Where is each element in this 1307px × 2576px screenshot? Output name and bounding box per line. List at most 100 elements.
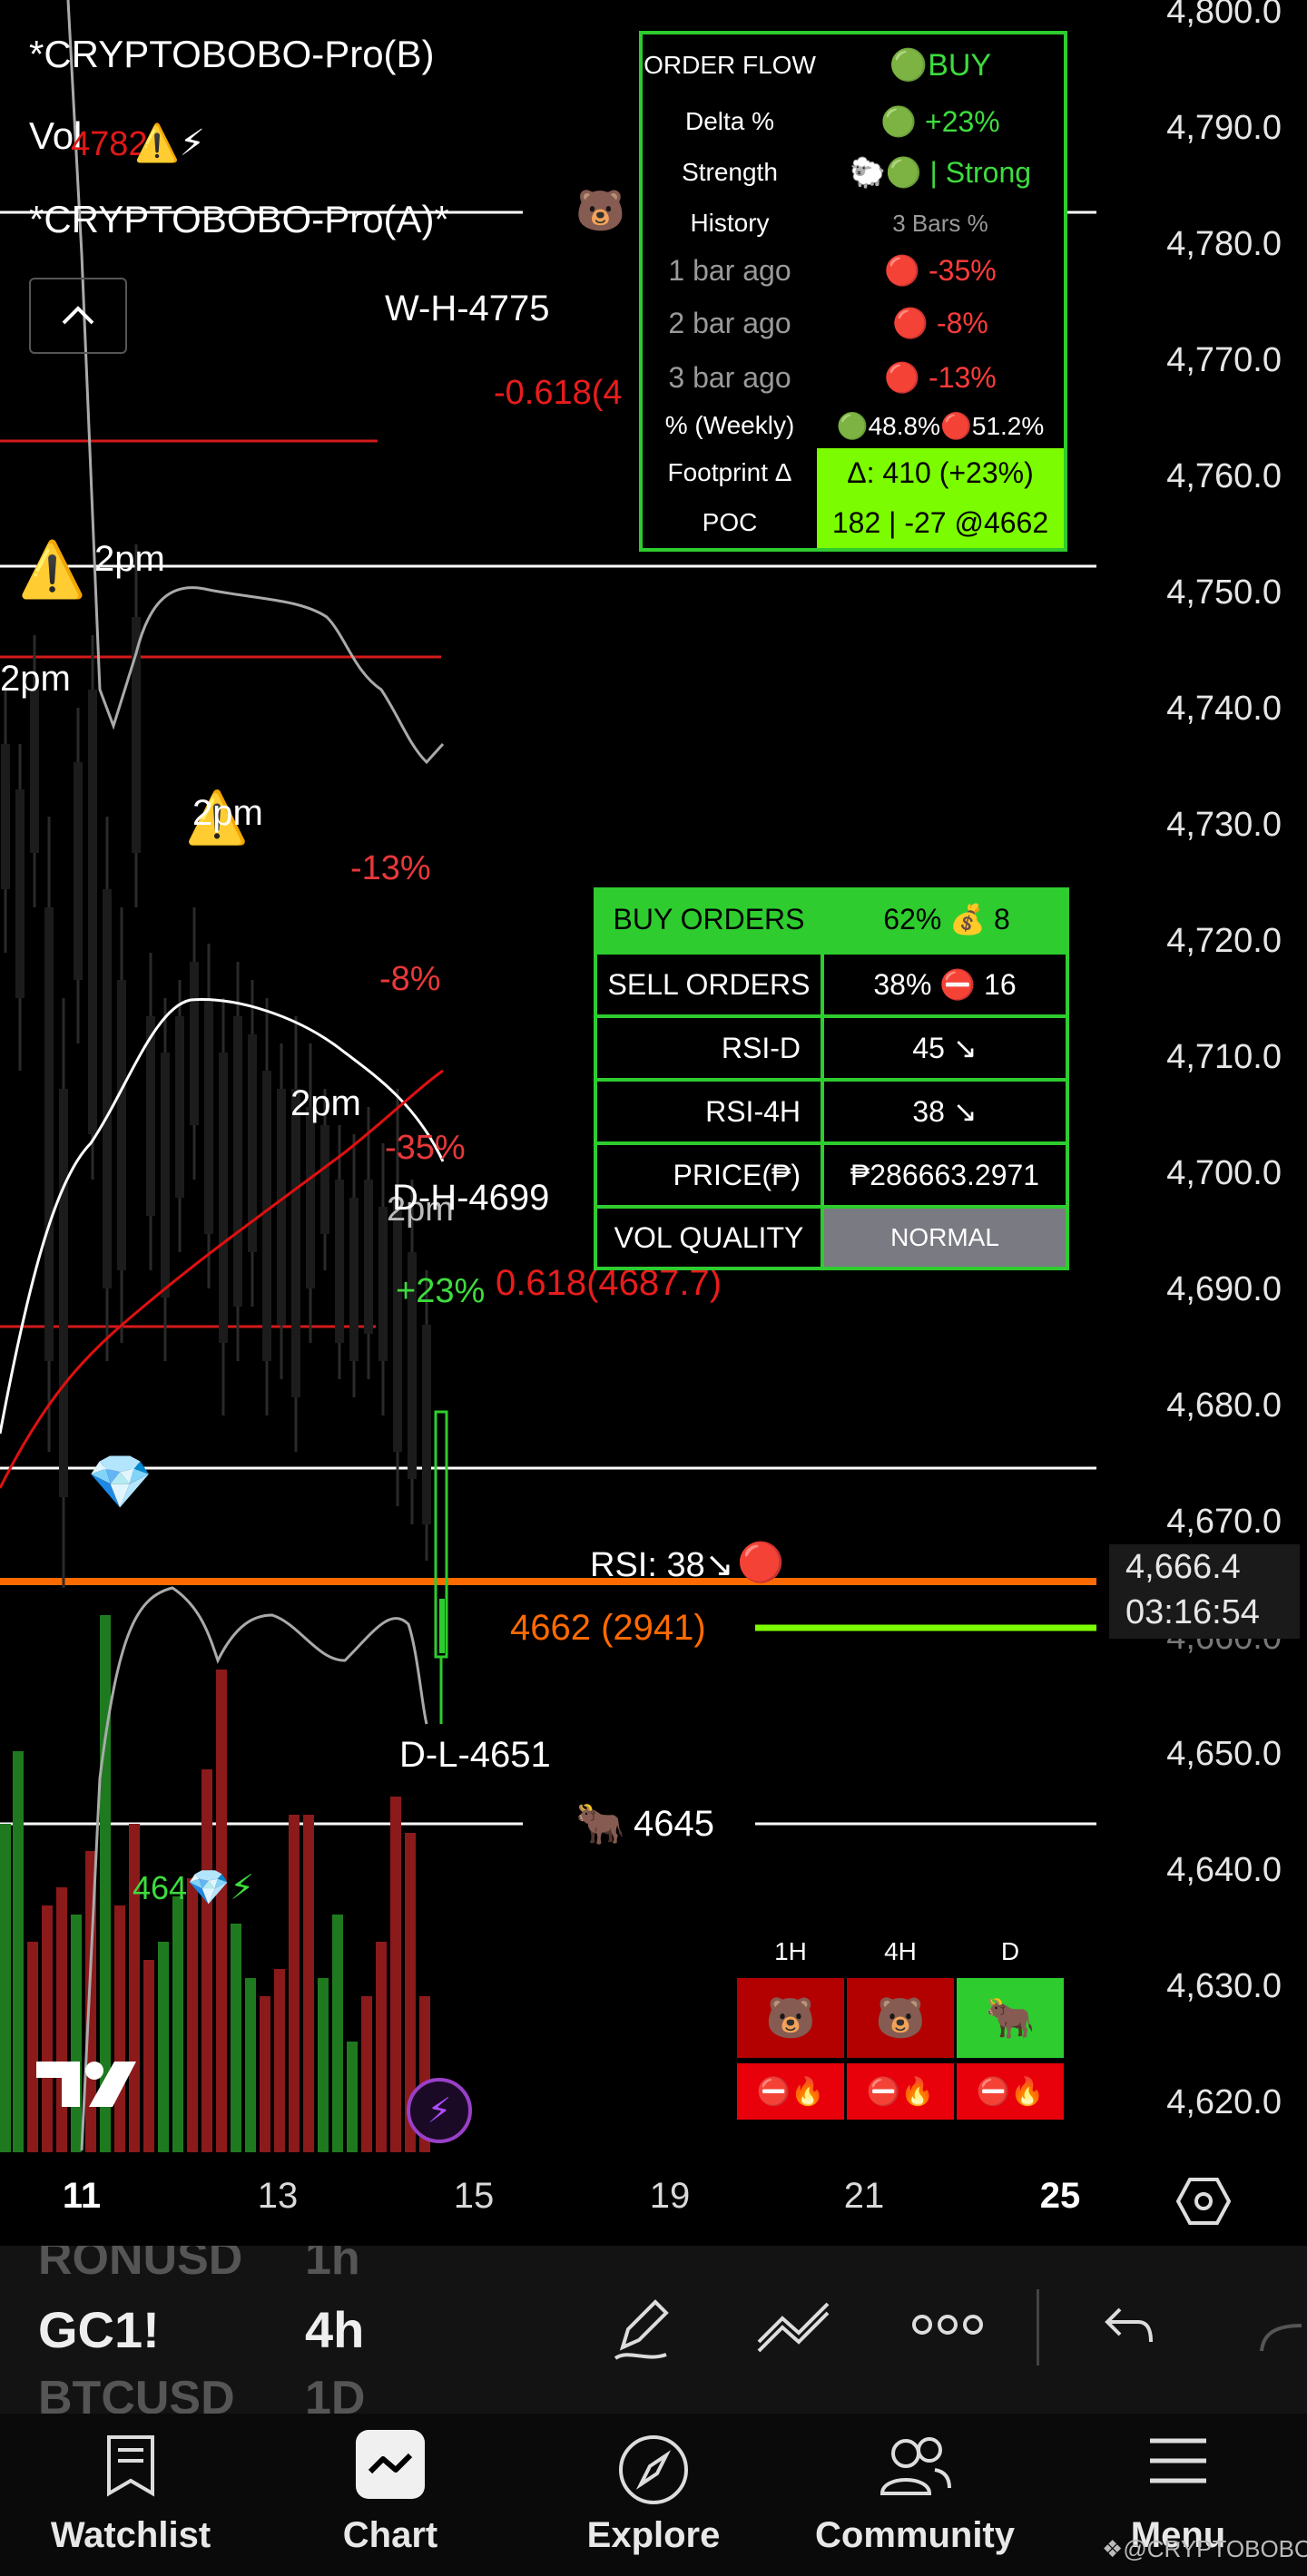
nav-watchlist[interactable]: Watchlist: [31, 2414, 231, 2576]
order-flow-row-label: Strength: [682, 158, 778, 186]
delta-label-2-bars: -8%: [379, 960, 441, 998]
order-flow-signal: 🟢BUY: [817, 47, 1064, 83]
tradingview-logo[interactable]: [33, 2056, 140, 2112]
price-tick: 4,770.0: [1166, 341, 1282, 379]
volume-bar: [143, 1960, 154, 2152]
nav-explore[interactable]: Explore: [554, 2414, 753, 2576]
rsi-4h-value: 38 ↘: [824, 1082, 1066, 1141]
price-tick: 4,640.0: [1166, 1851, 1282, 1889]
price-tick: 4,670.0: [1166, 1503, 1282, 1541]
volume-bar: [274, 1969, 285, 2152]
chart-settings-button[interactable]: [1175, 2176, 1232, 2227]
candle-body: [44, 907, 54, 1361]
chart-icon: [368, 2453, 413, 2474]
price-tick: 4,760.0: [1166, 457, 1282, 495]
order-flow-row-value: 3 Bars %: [817, 210, 1064, 238]
current-price: 4,666.4: [1125, 1548, 1241, 1586]
undo-button[interactable]: [1102, 2300, 1156, 2351]
watermark: ❖@CRYPTOBOBO: [1102, 2535, 1307, 2563]
red-dot-icon: 🔴: [884, 361, 929, 394]
draw-button[interactable]: [610, 2291, 675, 2364]
order-flow-row-label: History: [690, 209, 770, 237]
timeframe-status-icon: ⛔🔥: [847, 2063, 954, 2120]
symbol-current[interactable]: GC1!: [38, 2300, 160, 2359]
watermark-logo-icon: ❖: [1102, 2535, 1124, 2562]
candle-body: [117, 980, 126, 1270]
volume-bar: [71, 1915, 82, 2152]
footprint-label: Footprint Δ: [667, 458, 792, 486]
footprint-row: Footprint Δ Δ: 410 (+23%): [643, 448, 1064, 497]
daily-high-label: D-H-4699: [392, 1178, 550, 1218]
volume-bar: [172, 1896, 183, 2152]
price-tick: 4,740.0: [1166, 690, 1282, 728]
more-dots-icon: [912, 2315, 983, 2335]
order-flow-row-value: 🐑🟢 | Strong: [817, 155, 1064, 190]
volume-bar: [13, 1751, 24, 2152]
order-flow-row: Strength 🐑🟢 | Strong: [643, 149, 1064, 196]
poc-label: POC: [702, 508, 758, 536]
volume-bar: [332, 1915, 343, 2152]
nav-watchlist-label: Watchlist: [50, 2515, 211, 2555]
volume-bar: [376, 1942, 387, 2152]
gray-line-upper: [66, 0, 445, 765]
two-pm-label-2: 2pm: [0, 659, 71, 699]
order-flow-row: 3 bar ago 🔴 -13%: [643, 354, 1064, 401]
weekly-high-label: W-H-4775: [385, 289, 550, 328]
order-flow-row-value-text: -35%: [929, 254, 997, 287]
price-tick: 4,630.0: [1166, 1967, 1282, 2005]
symbol-prev[interactable]: RONUSD: [38, 2246, 242, 2286]
symbol-toolbar: RONUSD 1h GC1! 4h BTCUSD 1D: [0, 2246, 1307, 2414]
green-dot-icon: 🟢: [880, 105, 925, 138]
volume-bar: [245, 1978, 256, 2152]
redo-button[interactable]: [1256, 2318, 1307, 2355]
nav-chart[interactable]: Chart: [290, 2414, 490, 2576]
candle-body: [262, 1071, 271, 1361]
symbol-next[interactable]: BTCUSD: [38, 2371, 235, 2414]
price-tick: 4,620.0: [1166, 2083, 1282, 2121]
lightning-icon: ⚡: [427, 2091, 452, 2130]
lightning-button[interactable]: ⚡: [407, 2078, 472, 2143]
candle-body: [291, 1089, 300, 1397]
candle-body: [190, 962, 199, 1125]
rsi-4h-label: RSI-4H: [597, 1082, 821, 1141]
buy-orders-value: 62% 💰 8: [824, 887, 1069, 951]
time-tick: 13: [257, 2176, 299, 2216]
current-candle-body: [439, 1599, 445, 1653]
indicator-pro-a[interactable]: *CRYPTOBOBO-Pro(A)*: [29, 198, 449, 241]
settings-hexagon-icon: [1175, 2178, 1232, 2225]
poc-level-label: 4662 (2941): [510, 1608, 706, 1648]
volume-bar: [201, 1769, 212, 2152]
volume-bar: [289, 1815, 300, 2152]
nav-community[interactable]: Community: [815, 2414, 1015, 2576]
collapse-legend-button[interactable]: [29, 278, 127, 354]
redo-icon: [1260, 2324, 1302, 2352]
bull-icon: 🐂: [575, 1802, 625, 1846]
candle-body: [364, 1180, 373, 1334]
sell-orders-label: SELL ORDERS: [597, 955, 821, 1014]
volume-bar: [318, 1978, 329, 2152]
watchlist-icon: [107, 2435, 154, 2497]
trendline-button[interactable]: [755, 2297, 833, 2355]
vol-quality-value: NORMAL: [824, 1209, 1066, 1267]
volume-bar: [187, 1878, 198, 2152]
order-flow-row: 2 bar ago 🔴 -8%: [643, 299, 1064, 347]
indicator-pro-b[interactable]: *CRYPTOBOBO-Pro(B): [29, 33, 435, 76]
delta-label-1-bar: -35%: [385, 1129, 466, 1167]
volume-bar: [390, 1797, 401, 2152]
symbol-next-timeframe[interactable]: 1D: [305, 2371, 365, 2414]
weekly-row: % (Weekly) 🟢48.8%🔴51.2%: [643, 403, 1064, 448]
chevron-up-icon: [62, 306, 94, 325]
order-flow-row-value: 🔴 -35%: [817, 253, 1064, 288]
timeframe-current[interactable]: 4h: [305, 2300, 364, 2359]
price-axis[interactable]: 4,800.0 4,790.0 4,780.0 4,770.0 4,760.0 4,750…: [1096, 0, 1307, 2169]
candle-body: [306, 1107, 315, 1288]
chart-icon-box: [356, 2430, 425, 2499]
toolbar-divider: [1037, 2289, 1039, 2365]
more-button[interactable]: [911, 2311, 984, 2338]
diamond-icon: 💎: [87, 1453, 153, 1512]
symbol-prev-timeframe[interactable]: 1h: [305, 2246, 360, 2286]
order-flow-row-value: 🔴 -8%: [817, 306, 1064, 340]
vol-quality-label: VOL QUALITY: [597, 1209, 821, 1267]
red-dot-icon: 🔴: [892, 307, 937, 339]
volume-bar: [42, 1905, 53, 2152]
